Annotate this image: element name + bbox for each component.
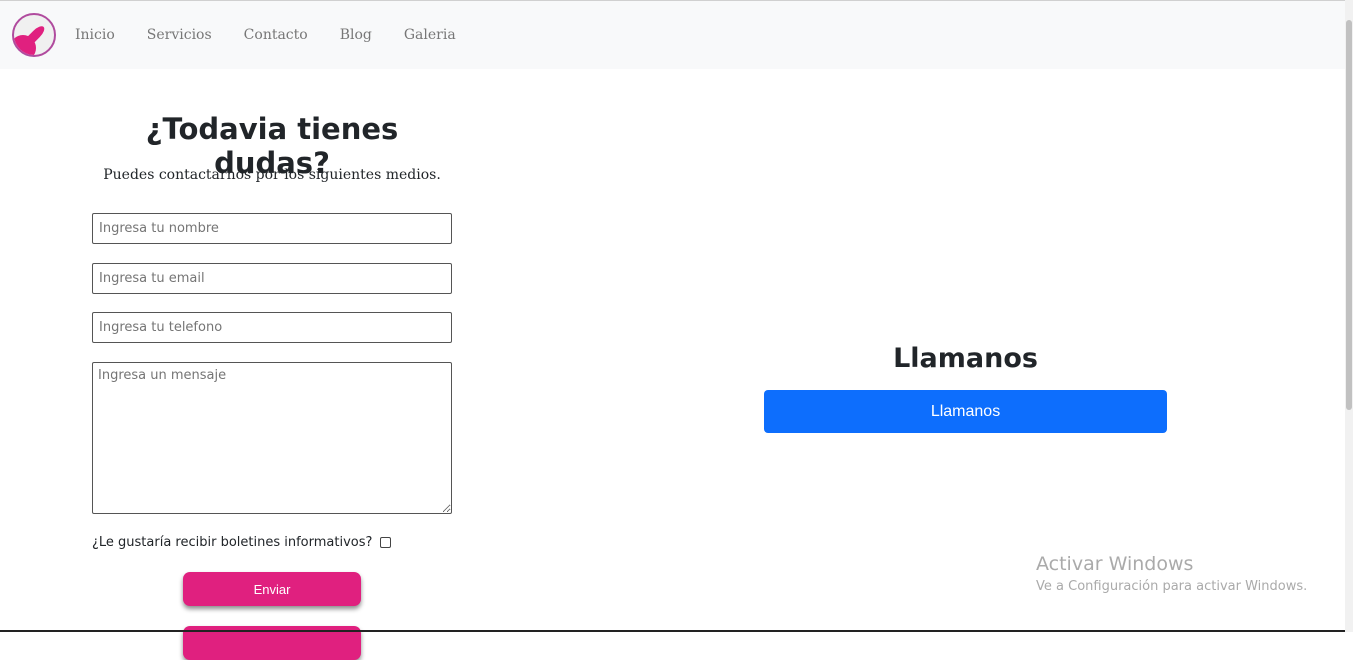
logo-rocket-icon[interactable]	[12, 13, 56, 57]
nav-link-inicio[interactable]: Inicio	[75, 27, 115, 43]
name-input[interactable]	[92, 213, 452, 244]
windows-watermark-title: Activar Windows	[1036, 553, 1194, 575]
scrollbar-thumb[interactable]	[1346, 20, 1352, 410]
newsletter-checkbox[interactable]	[380, 537, 392, 548]
scrollbar[interactable]	[1345, 0, 1353, 632]
nav-link-galeria[interactable]: Galeria	[404, 27, 456, 43]
newsletter-row: ¿Le gustaría recibir boletines informati…	[92, 535, 392, 550]
newsletter-label: ¿Le gustaría recibir boletines informati…	[92, 535, 373, 550]
navbar: Inicio Servicios Contacto Blog Galeria	[0, 1, 1345, 69]
nav-link-blog[interactable]: Blog	[340, 27, 372, 43]
email-input[interactable]	[92, 263, 452, 294]
message-textarea[interactable]	[92, 362, 452, 514]
submit-button[interactable]: Enviar	[183, 572, 361, 606]
form-subtitle: Puedes contactarnos por los siguientes m…	[103, 167, 441, 183]
phone-input[interactable]	[92, 312, 452, 343]
windows-watermark-subtitle: Ve a Configuración para activar Windows.	[1036, 579, 1308, 594]
nav-link-contacto[interactable]: Contacto	[244, 27, 308, 43]
call-title: Llamanos	[893, 343, 1038, 374]
nav-link-servicios[interactable]: Servicios	[147, 27, 212, 43]
call-button[interactable]: Llamanos	[764, 390, 1167, 433]
